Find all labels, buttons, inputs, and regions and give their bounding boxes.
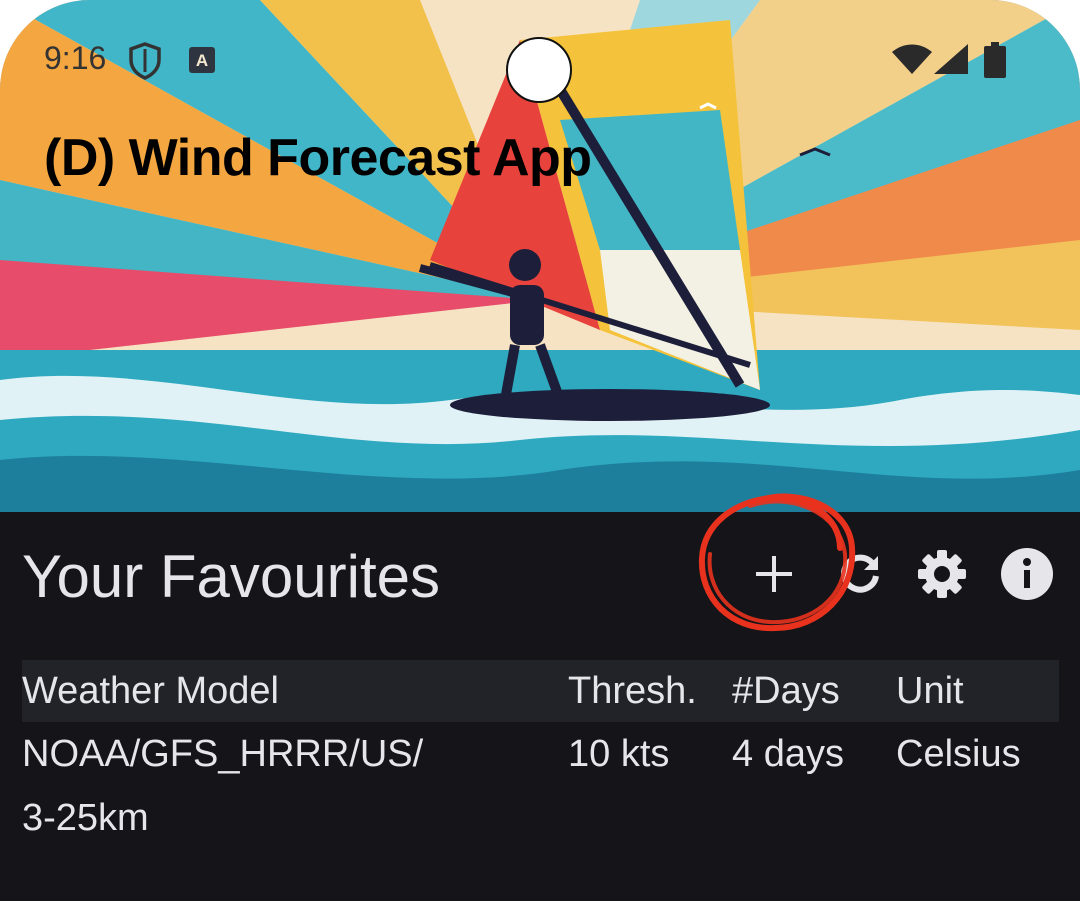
- cell-weather-model: NOAA/GFS_HRRR/US/ 3-25km: [22, 722, 568, 850]
- refresh-icon: [841, 554, 879, 593]
- gear-icon: [918, 550, 966, 598]
- cellular-signal-icon: [934, 44, 968, 81]
- camera-cutout: [506, 37, 572, 103]
- svg-text:A: A: [196, 51, 208, 70]
- shield-icon: [128, 42, 162, 85]
- favourites-table: Weather Model Thresh. #Days Unit NOAA/GF…: [22, 660, 1059, 850]
- favourites-title: Your Favourites: [22, 543, 441, 610]
- app-screen: 9:16 A (D) Wind Forecast App Your Favour…: [0, 0, 1080, 901]
- header-threshold: Thresh.: [568, 670, 697, 712]
- model-line-2: 3-25km: [22, 797, 149, 839]
- favourites-header: Your Favourites: [0, 512, 1080, 632]
- header-days: #Days: [732, 670, 840, 712]
- cell-threshold: 10 kts: [568, 733, 670, 775]
- status-time: 9:16: [44, 40, 107, 76]
- accessibility-a-icon: A: [188, 46, 216, 79]
- info-button[interactable]: [995, 542, 1059, 606]
- settings-button[interactable]: [910, 542, 974, 606]
- table-header-row: Weather Model Thresh. #Days Unit: [22, 660, 1059, 722]
- add-favourite-button[interactable]: [742, 542, 806, 606]
- app-title: (D) Wind Forecast App: [44, 129, 592, 187]
- refresh-button[interactable]: [828, 542, 892, 606]
- cell-days: 4 days: [732, 733, 844, 775]
- model-line-1: NOAA/GFS_HRRR/US/: [22, 733, 424, 775]
- battery-icon: [984, 42, 1006, 83]
- cell-unit: Celsius: [896, 733, 1021, 775]
- info-icon: [1001, 548, 1053, 600]
- header-unit: Unit: [896, 670, 964, 712]
- table-row[interactable]: NOAA/GFS_HRRR/US/ 3-25km 10 kts 4 days C…: [22, 722, 1059, 850]
- wifi-icon: [892, 44, 932, 81]
- header-weather-model: Weather Model: [22, 670, 279, 712]
- status-bar: 9:16 A: [0, 0, 1080, 120]
- plus-icon: [756, 556, 792, 592]
